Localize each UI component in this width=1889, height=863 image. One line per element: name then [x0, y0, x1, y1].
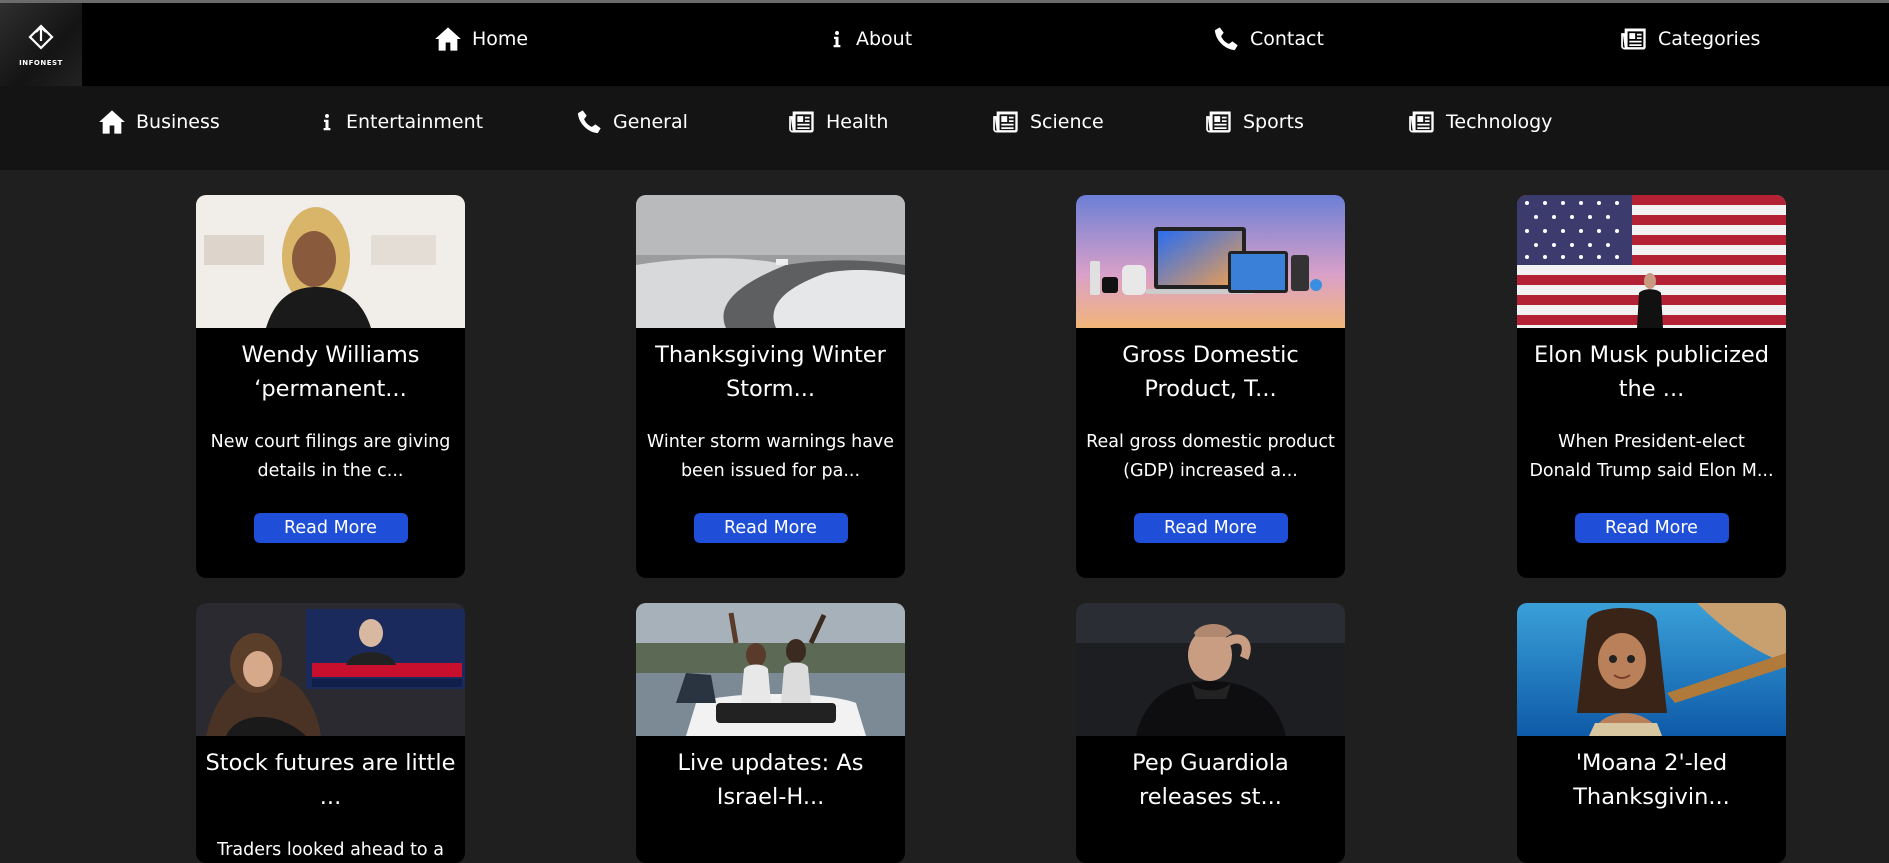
article-image[interactable] [1076, 195, 1345, 328]
read-more-button[interactable]: Read More [1133, 513, 1288, 543]
category-technology-label: Technology [1446, 111, 1553, 133]
phone-icon [577, 110, 601, 134]
article-description: Traders looked ahead to a key [217, 840, 444, 860]
article-image[interactable] [196, 603, 465, 736]
read-more-button[interactable]: Read More [1574, 513, 1729, 543]
article-title[interactable]: Wendy Williams ‘permanent... [196, 328, 465, 406]
article-card: 'Moana 2'-led Thanksgivin... [1517, 603, 1786, 863]
article-image[interactable] [1517, 195, 1786, 328]
category-science[interactable]: Science [992, 108, 1104, 136]
nav-home[interactable]: Home [434, 25, 528, 53]
article-image[interactable] [1076, 603, 1345, 736]
newspaper-icon [993, 111, 1018, 133]
info-icon [833, 31, 841, 48]
nav-about[interactable]: About [828, 25, 912, 53]
category-navbar: Business Entertainment General Health Sc… [0, 86, 1889, 170]
nav-categories[interactable]: Categories [1620, 25, 1760, 53]
nav-contact-label: Contact [1250, 28, 1324, 50]
newspaper-icon [789, 111, 814, 133]
article-description [1076, 814, 1345, 863]
article-card: Gross Domestic Product, T... Real gross … [1076, 195, 1345, 578]
article-image[interactable] [636, 195, 905, 328]
article-description: New court filings are giving details in … [210, 432, 451, 481]
article-card: Wendy Williams ‘permanent... New court f… [196, 195, 465, 578]
nav-categories-label: Categories [1658, 28, 1761, 50]
article-title[interactable]: Elon Musk publicized the ... [1517, 328, 1786, 406]
newspaper-icon [1206, 111, 1231, 133]
article-title[interactable]: Thanksgiving Winter Storm... [636, 328, 905, 406]
category-business-label: Business [136, 111, 220, 133]
home-icon [99, 110, 125, 134]
category-business[interactable]: Business [98, 108, 220, 136]
article-title[interactable]: Live updates: As Israel-H... [636, 736, 905, 814]
article-card: Elon Musk publicized the ... When Presid… [1517, 195, 1786, 578]
article-description: Winter storm warnings have been issued f… [646, 432, 895, 481]
brand-logo[interactable]: INFONEST [0, 3, 82, 86]
category-technology[interactable]: Technology [1408, 108, 1552, 136]
article-card: Live updates: As Israel-H... [636, 603, 905, 863]
read-more-button[interactable]: Read More [693, 513, 848, 543]
top-navbar: INFONEST Home About Contact Categories [0, 3, 1889, 86]
nav-about-label: About [856, 28, 913, 50]
article-description: When President-elect Donald Trump said E… [1529, 432, 1774, 481]
category-entertainment[interactable]: Entertainment [318, 108, 483, 136]
article-card: Pep Guardiola releases st... [1076, 603, 1345, 863]
nav-home-label: Home [472, 28, 529, 50]
category-sports-label: Sports [1243, 111, 1304, 133]
newspaper-icon [1621, 28, 1646, 50]
article-title[interactable]: Stock futures are little ... [196, 736, 465, 814]
category-science-label: Science [1030, 111, 1104, 133]
category-general[interactable]: General [575, 108, 688, 136]
article-description [636, 814, 905, 863]
article-title[interactable]: Pep Guardiola releases st... [1076, 736, 1345, 814]
logo-arrow-icon [28, 23, 54, 50]
home-icon [435, 27, 461, 51]
newspaper-icon [1409, 111, 1434, 133]
article-description [1517, 814, 1786, 863]
article-image[interactable] [636, 603, 905, 736]
article-card: Thanksgiving Winter Storm... Winter stor… [636, 195, 905, 578]
article-image[interactable] [196, 195, 465, 328]
read-more-button[interactable]: Read More [253, 513, 408, 543]
category-general-label: General [613, 111, 688, 133]
article-card: Stock futures are little ... Traders loo… [196, 603, 465, 863]
article-description: Real gross domestic product (GDP) increa… [1086, 432, 1335, 481]
phone-icon [1214, 27, 1238, 51]
category-health-label: Health [826, 111, 889, 133]
category-sports[interactable]: Sports [1205, 108, 1304, 136]
category-entertainment-label: Entertainment [346, 111, 484, 133]
article-title[interactable]: 'Moana 2'-led Thanksgivin... [1517, 736, 1786, 814]
logo-text: INFONEST [19, 58, 63, 67]
nav-contact[interactable]: Contact [1212, 25, 1324, 53]
article-title[interactable]: Gross Domestic Product, T... [1076, 328, 1345, 406]
info-icon [323, 114, 331, 131]
category-health[interactable]: Health [788, 108, 888, 136]
article-image[interactable] [1517, 603, 1786, 736]
